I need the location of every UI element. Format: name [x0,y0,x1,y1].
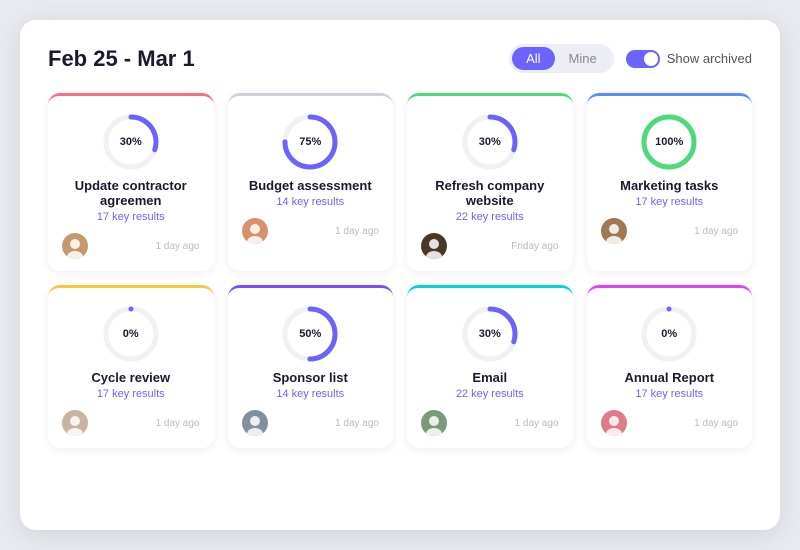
card-title: Marketing tasks [620,178,718,193]
card-time: 1 day ago [694,418,738,429]
donut-wrap: 30% [460,112,520,172]
filter-mine-button[interactable]: Mine [555,47,611,70]
card-title: Update contractor agreemen [62,178,200,208]
progress-label: 50% [299,328,321,340]
avatar [421,233,447,259]
card-card-7[interactable]: 30% Email 22 key results 1 day ago [407,285,573,448]
card-footer: 1 day ago [601,410,739,436]
avatar [601,410,627,436]
progress-label: 100% [655,136,683,148]
card-footer: 1 day ago [421,410,559,436]
card-time: 1 day ago [515,418,559,429]
card-title: Email [472,370,507,385]
card-card-5[interactable]: 0% Cycle review 17 key results 1 day ago [48,285,214,448]
card-title: Cycle review [91,370,170,385]
donut-wrap: 100% [639,112,699,172]
card-title: Budget assessment [249,178,372,193]
card-title: Annual Report [624,370,714,385]
progress-label: 30% [120,136,142,148]
page-title: Feb 25 - Mar 1 [48,46,195,72]
card-time: 1 day ago [335,418,379,429]
card-subtitle: 17 key results [635,196,703,208]
cards-grid: 30% Update contractor agreemen 17 key re… [48,93,752,448]
card-card-6[interactable]: 50% Sponsor list 14 key results 1 day ag… [228,285,394,448]
card-time: 1 day ago [156,241,200,252]
avatar [421,410,447,436]
card-time: 1 day ago [694,226,738,237]
progress-label: 0% [661,328,677,340]
card-time: 1 day ago [156,418,200,429]
avatar [62,233,88,259]
card-footer: Friday ago [421,233,559,259]
progress-label: 30% [479,136,501,148]
card-card-8[interactable]: 0% Annual Report 17 key results 1 day ag… [587,285,753,448]
card-footer: 1 day ago [601,218,739,244]
card-footer: 1 day ago [62,233,200,259]
avatar [62,410,88,436]
card-card-4[interactable]: 100% Marketing tasks 17 key results 1 da… [587,93,753,271]
card-subtitle: 17 key results [97,211,165,223]
card-subtitle: 14 key results [276,196,344,208]
avatar [601,218,627,244]
app-container: Feb 25 - Mar 1 All Mine Show archived 30… [20,20,780,530]
card-card-2[interactable]: 75% Budget assessment 14 key results 1 d… [228,93,394,271]
donut-wrap: 50% [280,304,340,364]
card-subtitle: 17 key results [97,388,165,400]
card-footer: 1 day ago [242,218,380,244]
card-time: Friday ago [511,241,558,252]
card-title: Refresh company website [421,178,559,208]
donut-wrap: 0% [101,304,161,364]
card-footer: 1 day ago [242,410,380,436]
toggle-group: Show archived [626,50,752,68]
donut-wrap: 30% [460,304,520,364]
card-card-1[interactable]: 30% Update contractor agreemen 17 key re… [48,93,214,271]
header-controls: All Mine Show archived [509,44,752,73]
filter-all-button[interactable]: All [512,47,554,70]
card-subtitle: 22 key results [456,211,524,223]
card-subtitle: 17 key results [635,388,703,400]
show-archived-toggle[interactable] [626,50,660,68]
card-subtitle: 22 key results [456,388,524,400]
donut-wrap: 75% [280,112,340,172]
donut-wrap: 0% [639,304,699,364]
filter-group: All Mine [509,44,614,73]
donut-wrap: 30% [101,112,161,172]
card-footer: 1 day ago [62,410,200,436]
avatar [242,218,268,244]
progress-label: 75% [299,136,321,148]
card-subtitle: 14 key results [276,388,344,400]
toggle-label: Show archived [667,51,752,66]
avatar [242,410,268,436]
progress-label: 0% [123,328,139,340]
card-time: 1 day ago [335,226,379,237]
progress-label: 30% [479,328,501,340]
header: Feb 25 - Mar 1 All Mine Show archived [48,44,752,73]
card-card-3[interactable]: 30% Refresh company website 22 key resul… [407,93,573,271]
card-title: Sponsor list [273,370,348,385]
